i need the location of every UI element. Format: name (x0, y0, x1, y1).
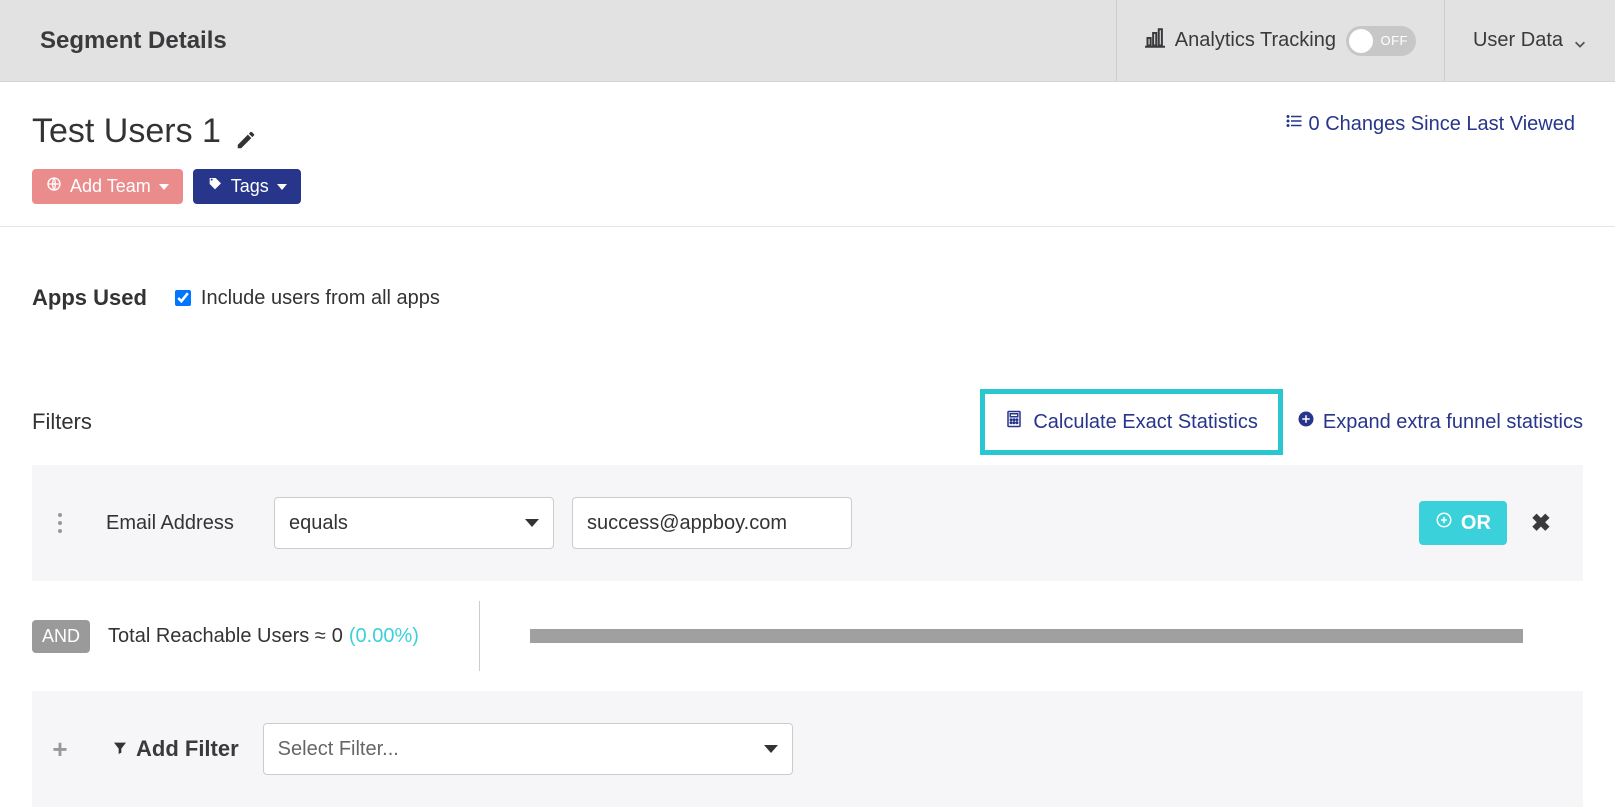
select-filter-placeholder: Select Filter... (278, 738, 399, 761)
expand-label: Expand extra funnel statistics (1323, 411, 1583, 434)
analytics-tracking: Analytics Tracking OFF (1116, 0, 1444, 81)
caret-down-icon (277, 184, 287, 190)
reach-bar (530, 629, 1523, 643)
analytics-toggle[interactable]: OFF (1346, 26, 1416, 56)
expand-funnel-link[interactable]: Expand extra funnel statistics (1297, 410, 1583, 434)
caret-down-icon (764, 745, 778, 753)
filter-field: Email Address (106, 512, 256, 535)
stats-value: 0 (332, 625, 343, 648)
stats-pct: (0.00%) (349, 625, 419, 648)
plus-circle-icon (1297, 410, 1315, 434)
include-all-apps-checkbox[interactable]: Include users from all apps (175, 287, 440, 310)
page-title: Segment Details (0, 27, 227, 55)
add-filter-label: Add Filter (112, 736, 239, 762)
funnel-icon (112, 736, 128, 762)
tag-icon (207, 176, 223, 197)
calc-label: Calculate Exact Statistics (1033, 411, 1258, 434)
and-pill: AND (32, 620, 90, 653)
header-right: Analytics Tracking OFF User Data (1116, 0, 1615, 81)
include-all-apps-input[interactable] (175, 290, 191, 306)
user-data-label: User Data (1473, 29, 1563, 52)
tags-label: Tags (231, 176, 269, 197)
globe-icon (46, 176, 62, 197)
bar-chart-icon (1145, 28, 1165, 54)
tag-buttons: Add Team Tags (32, 169, 301, 204)
chevron-down-icon (1573, 34, 1587, 48)
stats-text: Total Reachable Users ≈ 0 (0.00%) (108, 625, 419, 648)
filter-value-input[interactable] (572, 497, 852, 549)
header-bar: Segment Details Analytics Tracking OFF U… (0, 0, 1615, 82)
segment-name: Test Users 1 (32, 112, 221, 151)
changes-link[interactable]: 0 Changes Since Last Viewed (1285, 112, 1575, 136)
tags-button[interactable]: Tags (193, 169, 301, 204)
filters-header: Filters Calculate Exact Statistics Expan… (32, 311, 1583, 465)
apps-label: Apps Used (32, 285, 147, 311)
pencil-icon[interactable] (235, 121, 257, 143)
toggle-knob (1349, 29, 1373, 53)
caret-down-icon (525, 519, 539, 527)
calculator-icon (1005, 410, 1023, 434)
add-team-button[interactable]: Add Team (32, 169, 183, 204)
remove-filter-button[interactable]: ✖ (1525, 509, 1557, 538)
apps-row: Apps Used Include users from all apps (32, 227, 1583, 311)
or-button[interactable]: OR (1419, 501, 1507, 545)
list-icon (1285, 112, 1303, 136)
caret-down-icon (159, 184, 169, 190)
add-team-label: Add Team (70, 176, 151, 197)
divider (479, 601, 480, 671)
changes-text: 0 Changes Since Last Viewed (1309, 113, 1575, 136)
stats-prefix: Total Reachable Users ≈ (108, 625, 326, 648)
plus-circle-icon (1435, 511, 1453, 535)
operator-select[interactable]: equals (274, 497, 554, 549)
add-filter-row: + Add Filter Select Filter... (32, 691, 1583, 807)
stats-row: AND Total Reachable Users ≈ 0 (0.00%) (32, 581, 1583, 691)
add-filter-plus[interactable]: + (32, 709, 88, 789)
toggle-state: OFF (1380, 33, 1408, 48)
filter-row: Email Address equals OR ✖ (32, 465, 1583, 581)
or-label: OR (1461, 512, 1491, 535)
calculate-stats-button[interactable]: Calculate Exact Statistics (980, 389, 1283, 455)
user-data-dropdown[interactable]: User Data (1444, 0, 1615, 81)
include-all-apps-label: Include users from all apps (201, 287, 440, 310)
title-area: Test Users 1 Add Team Tags (0, 82, 1615, 227)
select-filter-dropdown[interactable]: Select Filter... (263, 723, 793, 775)
add-filter-text: Add Filter (136, 736, 239, 762)
analytics-label: Analytics Tracking (1175, 29, 1336, 52)
filters-label: Filters (32, 409, 92, 435)
segment-title: Test Users 1 (32, 112, 301, 151)
drag-handle[interactable] (32, 483, 88, 563)
operator-value: equals (289, 512, 348, 535)
